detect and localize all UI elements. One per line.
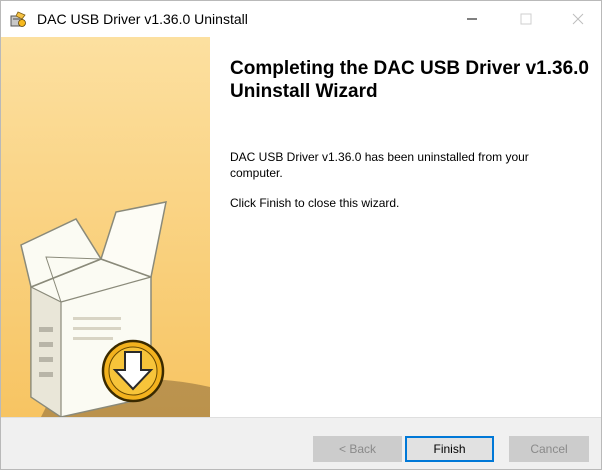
cancel-button[interactable]: Cancel [509,436,589,462]
uninstall-message: DAC USB Driver v1.36.0 has been uninstal… [230,150,529,180]
maximize-icon [520,13,532,25]
title-bar[interactable]: DAC USB Driver v1.36.0 Uninstall [1,1,601,37]
button-bar: < Back Finish Cancel [1,417,601,469]
finish-button[interactable]: Finish [405,436,494,462]
finish-instruction: Click Finish to close this wizard. [230,196,400,210]
uninstall-window: DAC USB Driver v1.36.0 Uninstall Complet… [0,0,602,470]
wizard-content: Completing the DAC USB Driver v1.36.0 Un… [210,37,601,417]
minimize-icon [467,18,477,20]
app-icon [10,11,26,27]
back-button[interactable]: < Back [313,436,402,462]
maximize-button[interactable] [503,1,549,37]
window-title: DAC USB Driver v1.36.0 Uninstall [37,11,248,27]
page-title: Completing the DAC USB Driver v1.36.0 Un… [230,58,589,102]
wizard-sidebar [1,37,210,417]
minimize-button[interactable] [449,1,495,37]
box-illustration [1,37,210,417]
close-icon [572,13,584,25]
close-button[interactable] [555,1,601,37]
